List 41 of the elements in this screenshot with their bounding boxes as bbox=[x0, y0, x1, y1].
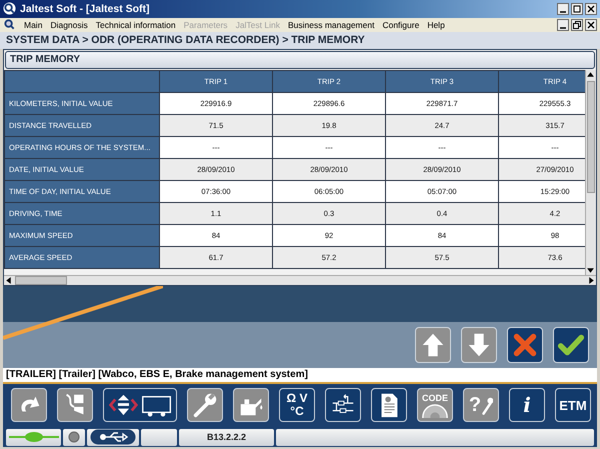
vertical-scrollbar[interactable] bbox=[585, 70, 596, 275]
minimize-icon[interactable] bbox=[557, 2, 569, 15]
question-mark: ? bbox=[468, 394, 482, 416]
led-icon bbox=[68, 431, 80, 444]
etm-button[interactable]: ETM bbox=[555, 388, 591, 422]
breadcrumb: SYSTEM DATA > ODR (OPERATING DATA RECORDER) > TRIP MEMORY bbox=[0, 32, 600, 49]
menu-item[interactable]: Diagnosis bbox=[50, 20, 88, 30]
close-icon[interactable] bbox=[585, 2, 597, 15]
menu-item[interactable]: Business management bbox=[288, 20, 374, 30]
accept-button[interactable] bbox=[553, 326, 589, 363]
circuit-button[interactable] bbox=[325, 388, 361, 422]
units-label: Ω V bbox=[286, 392, 308, 406]
scroll-right-icon[interactable] bbox=[587, 276, 596, 285]
restore-icon[interactable] bbox=[571, 18, 583, 31]
units-button[interactable]: Ω V °C bbox=[279, 388, 315, 422]
units-label: °C bbox=[290, 405, 304, 418]
code-label: CODE bbox=[422, 392, 448, 403]
scroll-thumb[interactable] bbox=[587, 80, 595, 193]
info-label: i bbox=[522, 393, 532, 418]
etm-label: ETM bbox=[559, 398, 587, 413]
app-logo-icon bbox=[3, 2, 16, 16]
close-icon[interactable] bbox=[585, 18, 597, 31]
scroll-left-icon[interactable] bbox=[4, 276, 13, 285]
window-title: Jaltest Soft - [Jaltest Soft] bbox=[20, 2, 150, 15]
menu-item[interactable]: Main bbox=[24, 20, 42, 30]
cancel-button[interactable] bbox=[507, 326, 543, 363]
status-text: [TRAILER] [Trailer] [Wabco, EBS E, Brake management system] bbox=[3, 368, 597, 384]
info-button[interactable]: i bbox=[509, 388, 545, 422]
menu-item[interactable]: Configure bbox=[382, 20, 420, 30]
menu-item[interactable]: Technical information bbox=[96, 20, 176, 30]
maximize-icon[interactable] bbox=[571, 2, 583, 15]
vehicle-button[interactable] bbox=[103, 388, 177, 422]
document-button[interactable] bbox=[371, 388, 407, 422]
search-icon[interactable] bbox=[3, 18, 16, 32]
horizontal-scrollbar[interactable] bbox=[4, 274, 596, 285]
scroll-thumb[interactable] bbox=[15, 276, 67, 285]
panel-title: TRIP MEMORY bbox=[5, 50, 595, 69]
version-label: B13.2.2.2 bbox=[179, 428, 274, 446]
menu-item[interactable]: Help bbox=[427, 20, 445, 30]
minimize-icon[interactable] bbox=[557, 18, 569, 31]
status-cell bbox=[141, 428, 177, 446]
